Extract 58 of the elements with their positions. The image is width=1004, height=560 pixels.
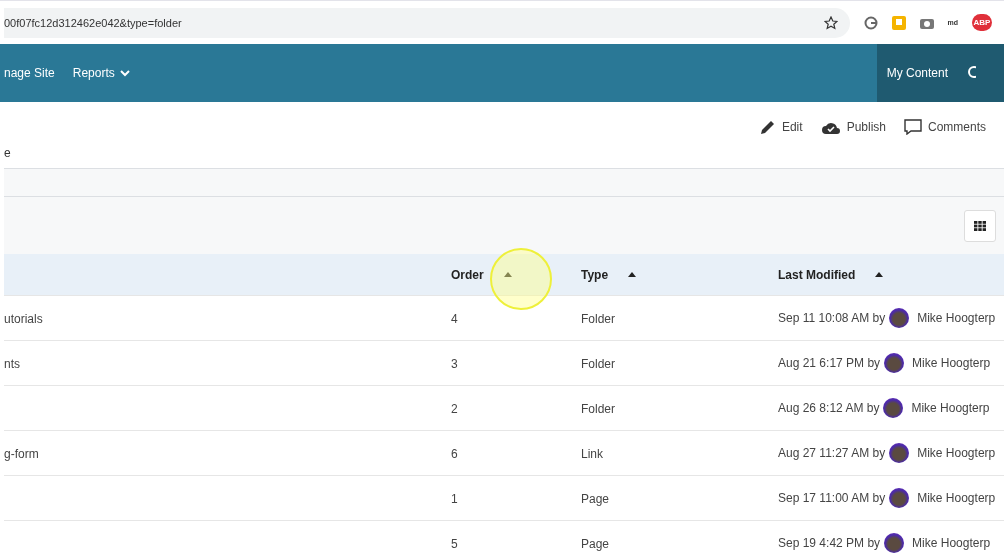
- speech-bubble-icon: [904, 119, 922, 135]
- order-cell: 6: [451, 447, 458, 461]
- order-cell: 1: [451, 492, 458, 506]
- order-cell: 4: [451, 312, 458, 326]
- modified-cell: Aug 21 6:17 PM by: [778, 356, 881, 370]
- address-bar[interactable]: 00f07fc12d312462e042&type=folder: [4, 7, 850, 38]
- avatar: [889, 443, 910, 463]
- name-cell[interactable]: nts: [4, 357, 20, 371]
- modified-cell: Aug 26 8:12 AM by: [778, 401, 880, 415]
- column-header[interactable]: Order: [451, 267, 484, 282]
- avatar: [883, 398, 904, 418]
- name-cell[interactable]: utorials: [4, 312, 43, 326]
- modified-cell: Sep 11 10:08 AM by: [778, 311, 886, 325]
- user-name: Mike Hoogterp: [912, 536, 991, 550]
- type-cell: Folder: [581, 357, 615, 371]
- user-name: Mike Hoogterp: [912, 356, 991, 370]
- edit-link[interactable]: Edit: [759, 116, 803, 138]
- type-cell: Folder: [581, 402, 615, 416]
- modified-cell: Sep 19 4:42 PM by: [778, 536, 881, 550]
- sort-arrow-icon[interactable]: [628, 272, 637, 277]
- order-cell: 2: [451, 402, 458, 416]
- avatar: [889, 488, 910, 508]
- modified-cell: Aug 27 11:27 AM by: [778, 446, 886, 460]
- sort-arrow-icon[interactable]: [875, 272, 884, 277]
- chevron-down-icon: [119, 69, 130, 77]
- type-cell: Page: [581, 537, 610, 551]
- cloud-check-icon: [820, 120, 841, 134]
- user-name: Mike Hoogterp: [917, 491, 996, 505]
- user-name: Mike Hoogterp: [911, 401, 990, 415]
- type-cell: Page: [581, 492, 610, 506]
- avatar: [884, 533, 905, 553]
- pencil-icon: [759, 119, 776, 135]
- my-content-link[interactable]: My Content: [876, 44, 1004, 102]
- type-cell: Link: [581, 447, 603, 461]
- grid-view-button[interactable]: [964, 209, 996, 242]
- column-header[interactable]: Last Modified: [778, 267, 856, 282]
- avatar: [889, 308, 910, 328]
- user-name: Mike Hoogterp: [917, 446, 996, 460]
- name-cell[interactable]: g-form: [4, 447, 39, 461]
- column-header[interactable]: Type: [581, 267, 609, 282]
- action-label: Publish: [846, 120, 886, 134]
- adblock-icon[interactable]: ABP: [972, 14, 992, 31]
- publish-link[interactable]: Publish: [820, 116, 886, 138]
- action-label: Comments: [928, 120, 986, 134]
- user-name: Mike Hoogterp: [917, 311, 996, 325]
- grid-icon: [974, 220, 986, 231]
- modified-cell: Sep 17 11:00 AM by: [778, 491, 886, 505]
- avatar: [884, 353, 905, 373]
- breadcrumb: e: [4, 146, 11, 160]
- order-cell: 3: [451, 357, 458, 371]
- star-icon[interactable]: [823, 15, 838, 30]
- nav-link[interactable]: nage Site: [4, 66, 55, 80]
- action-label: Edit: [781, 120, 803, 134]
- comments-link[interactable]: Comments: [904, 116, 986, 138]
- nav-link[interactable]: Reports: [72, 66, 130, 80]
- type-cell: Folder: [581, 312, 615, 326]
- camera-icon[interactable]: [919, 16, 934, 29]
- order-cell: 5: [451, 537, 458, 551]
